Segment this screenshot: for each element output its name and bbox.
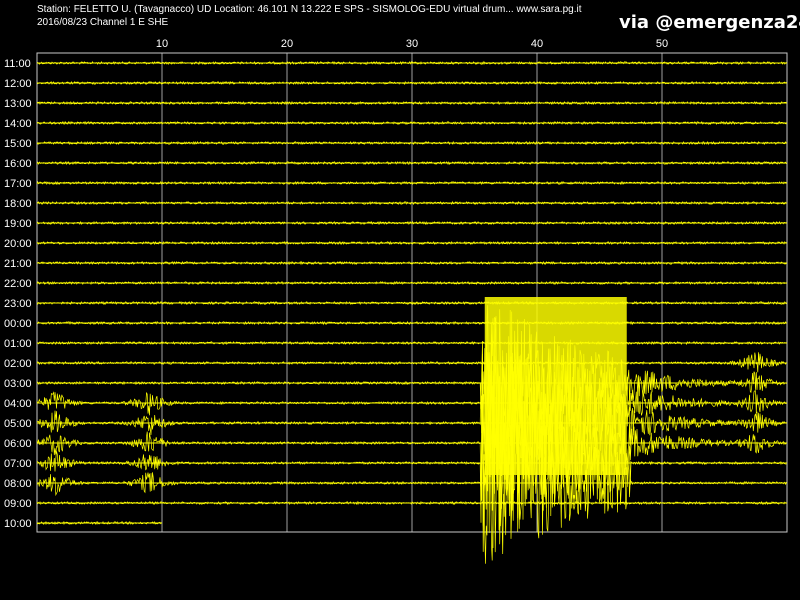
- x-tick-label: 10: [156, 38, 168, 50]
- x-tick-label: 50: [656, 38, 668, 50]
- row-time-label: 04:00: [4, 398, 32, 410]
- row-time-label: 01:00: [4, 338, 32, 350]
- x-tick-label: 30: [406, 38, 418, 50]
- x-tick-label: 20: [281, 38, 293, 50]
- row-time-label: 23:00: [4, 298, 32, 310]
- row-time-label: 13:00: [4, 98, 32, 110]
- row-time-label: 19:00: [4, 218, 32, 230]
- row-time-label: 21:00: [4, 258, 32, 270]
- row-time-label: 10:00: [4, 518, 32, 530]
- row-time-label: 07:00: [4, 458, 32, 470]
- row-time-label: 09:00: [4, 498, 32, 510]
- row-time-label: 17:00: [4, 178, 32, 190]
- row-time-label: 15:00: [4, 138, 32, 150]
- seismogram-chart: 10 20 30 40 50 11:00 12:00 13:00 14:00 15:00 16:00…: [4, 38, 788, 564]
- x-tick-label: 40: [531, 38, 543, 50]
- row-time-label: 16:00: [4, 158, 32, 170]
- row-time-label: 06:00: [4, 438, 32, 450]
- row-time-label: 08:00: [4, 478, 32, 490]
- row-time-label: 11:00: [4, 58, 31, 70]
- row-time-label: 02:00: [4, 358, 32, 370]
- row-time-label: 20:00: [4, 238, 32, 250]
- row-time-label: 14:00: [4, 118, 32, 130]
- row-time-label: 03:00: [4, 378, 32, 390]
- row-time-label: 12:00: [4, 78, 32, 90]
- row-time-label: 18:00: [4, 198, 32, 210]
- row-time-label: 05:00: [4, 418, 32, 430]
- main-quake-saturation: [484, 297, 627, 475]
- row-time-label: 00:00: [4, 318, 32, 330]
- row-time-label: 22:00: [4, 278, 32, 290]
